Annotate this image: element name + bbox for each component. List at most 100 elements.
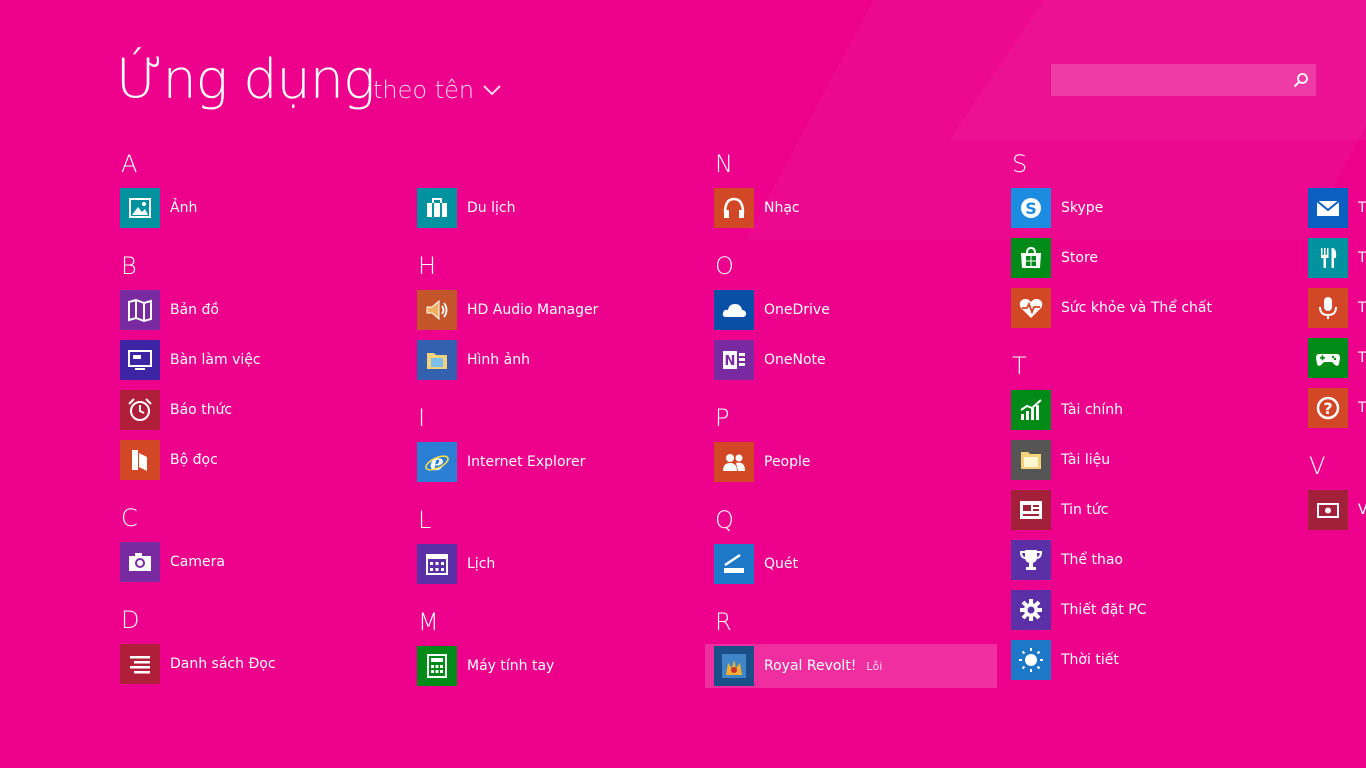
group-letter-header[interactable]: P <box>714 404 1004 432</box>
page-title: Ứng dụng <box>116 48 375 111</box>
app-item[interactable]: Bộ đọc <box>120 438 410 482</box>
group-letter-header[interactable]: B <box>120 252 410 280</box>
svg-text:N: N <box>725 354 736 369</box>
group-letter-header[interactable]: I <box>417 404 707 432</box>
app-item[interactable]: Hình ảnh <box>417 338 707 382</box>
music-icon <box>714 188 754 228</box>
app-item[interactable]: Quét <box>714 542 1004 586</box>
app-label: T <box>1358 250 1366 266</box>
group-letter-header[interactable]: Q <box>714 506 1004 534</box>
group-letter-header[interactable]: M <box>417 608 707 636</box>
microphone-icon <box>1308 288 1348 328</box>
app-item[interactable]: T <box>1308 186 1366 230</box>
app-column: Du lịch H HD Audio Manager Hình ảnh Ie Intern… <box>417 150 707 710</box>
internet-explorer-icon: e <box>417 442 457 482</box>
app-item[interactable]: Store <box>1011 236 1301 280</box>
app-item[interactable]: Ảnh <box>120 186 410 230</box>
app-item[interactable]: T <box>1308 236 1366 280</box>
group-letter-header[interactable]: S <box>1011 150 1301 178</box>
group-letter-header[interactable]: N <box>714 150 1004 178</box>
app-item[interactable]: N OneNote <box>714 338 1004 382</box>
app-label: Tài liệu <box>1061 452 1111 468</box>
app-item[interactable]: HD Audio Manager <box>417 288 707 332</box>
app-label: V <box>1358 502 1366 518</box>
app-group: O OneDrive N OneNote <box>714 252 1004 382</box>
app-label: Tin tức <box>1061 502 1109 518</box>
app-group: M Máy tính tay <box>417 608 707 688</box>
games-icon <box>1308 338 1348 378</box>
error-badge: Lỗi <box>866 659 883 673</box>
app-item[interactable]: Máy tính tay <box>417 644 707 688</box>
app-item[interactable]: Báo thức <box>120 388 410 432</box>
speaker-icon <box>417 290 457 330</box>
app-group: L Lịch <box>417 506 707 586</box>
app-label: OneNote <box>764 352 826 368</box>
app-item[interactable]: Bản đồ <box>120 288 410 332</box>
health-icon <box>1011 288 1051 328</box>
app-item[interactable]: ? T <box>1308 386 1366 430</box>
alarm-icon <box>120 390 160 430</box>
app-item[interactable]: Lịch <box>417 542 707 586</box>
sort-label: theo tên <box>373 76 475 104</box>
app-item[interactable]: V <box>1308 488 1366 532</box>
app-item[interactable]: e Internet Explorer <box>417 440 707 484</box>
group-letter-header[interactable]: T <box>1011 352 1301 380</box>
group-letter-header[interactable]: C <box>120 504 410 532</box>
food-icon <box>1308 238 1348 278</box>
app-group: N Nhạc <box>714 150 1004 230</box>
app-item[interactable]: Danh sách Đọc <box>120 642 410 686</box>
royal-revolt-icon <box>714 646 754 686</box>
app-label: Báo thức <box>170 402 233 418</box>
sort-dropdown[interactable]: theo tên <box>373 72 502 108</box>
app-item[interactable]: Nhạc <box>714 186 1004 230</box>
app-item[interactable]: Thiết đặt PC <box>1011 588 1301 632</box>
news-icon <box>1011 490 1051 530</box>
app-label: Skype <box>1061 200 1104 216</box>
app-item[interactable]: Sức khỏe và Thể chất <box>1011 286 1301 330</box>
app-item[interactable]: S Skype <box>1011 186 1301 230</box>
store-icon <box>1011 238 1051 278</box>
app-label: Tài chính <box>1061 402 1124 418</box>
app-group: D Danh sách Đọc <box>120 606 410 686</box>
app-item[interactable]: Camera <box>120 540 410 584</box>
app-column: S S Skype Store Sức khỏe và Thể chất T Tài chí… <box>1011 150 1301 704</box>
group-letter-header[interactable] <box>1308 150 1366 178</box>
app-column: T T T T? T V V <box>1308 150 1366 554</box>
app-label: Thời tiết <box>1061 652 1119 668</box>
app-label: Hình ảnh <box>467 352 530 368</box>
app-item[interactable]: T <box>1308 286 1366 330</box>
app-item[interactable]: T <box>1308 336 1366 380</box>
app-item[interactable]: People <box>714 440 1004 484</box>
app-label: Bản đồ <box>170 302 219 318</box>
group-letter-header[interactable]: V <box>1308 452 1366 480</box>
group-letter-header[interactable]: H <box>417 252 707 280</box>
app-label: T <box>1358 200 1366 216</box>
app-item[interactable]: OneDrive <box>714 288 1004 332</box>
app-item[interactable]: Tài chính <box>1011 388 1301 432</box>
reader-icon <box>120 440 160 480</box>
app-label: Sức khỏe và Thể chất <box>1061 300 1212 316</box>
app-item[interactable]: Tài liệu <box>1011 438 1301 482</box>
app-label: T <box>1358 400 1366 416</box>
travel-icon <box>417 188 457 228</box>
group-letter-header[interactable]: A <box>120 150 410 178</box>
skype-icon: S <box>1011 188 1051 228</box>
photos-icon <box>120 188 160 228</box>
group-letter-header[interactable]: R <box>714 608 1004 636</box>
app-item[interactable]: Thể thao <box>1011 538 1301 582</box>
app-label: Store <box>1061 250 1099 266</box>
app-item[interactable]: Tin tức <box>1011 488 1301 532</box>
group-letter-header[interactable] <box>417 150 707 178</box>
search-box[interactable] <box>1051 64 1316 96</box>
search-input[interactable] <box>1051 64 1281 96</box>
app-item[interactable]: Thời tiết <box>1011 638 1301 682</box>
group-letter-header[interactable]: L <box>417 506 707 534</box>
app-label: Thiết đặt PC <box>1061 602 1147 618</box>
group-letter-header[interactable]: O <box>714 252 1004 280</box>
search-icon[interactable] <box>1293 72 1309 88</box>
group-letter-header[interactable]: D <box>120 606 410 634</box>
app-label: Royal Revolt! <box>764 658 857 674</box>
app-item[interactable]: Du lịch <box>417 186 707 230</box>
app-item[interactable]: Bàn làm việc <box>120 338 410 382</box>
app-item[interactable]: Royal Revolt! Lỗi <box>705 644 997 688</box>
